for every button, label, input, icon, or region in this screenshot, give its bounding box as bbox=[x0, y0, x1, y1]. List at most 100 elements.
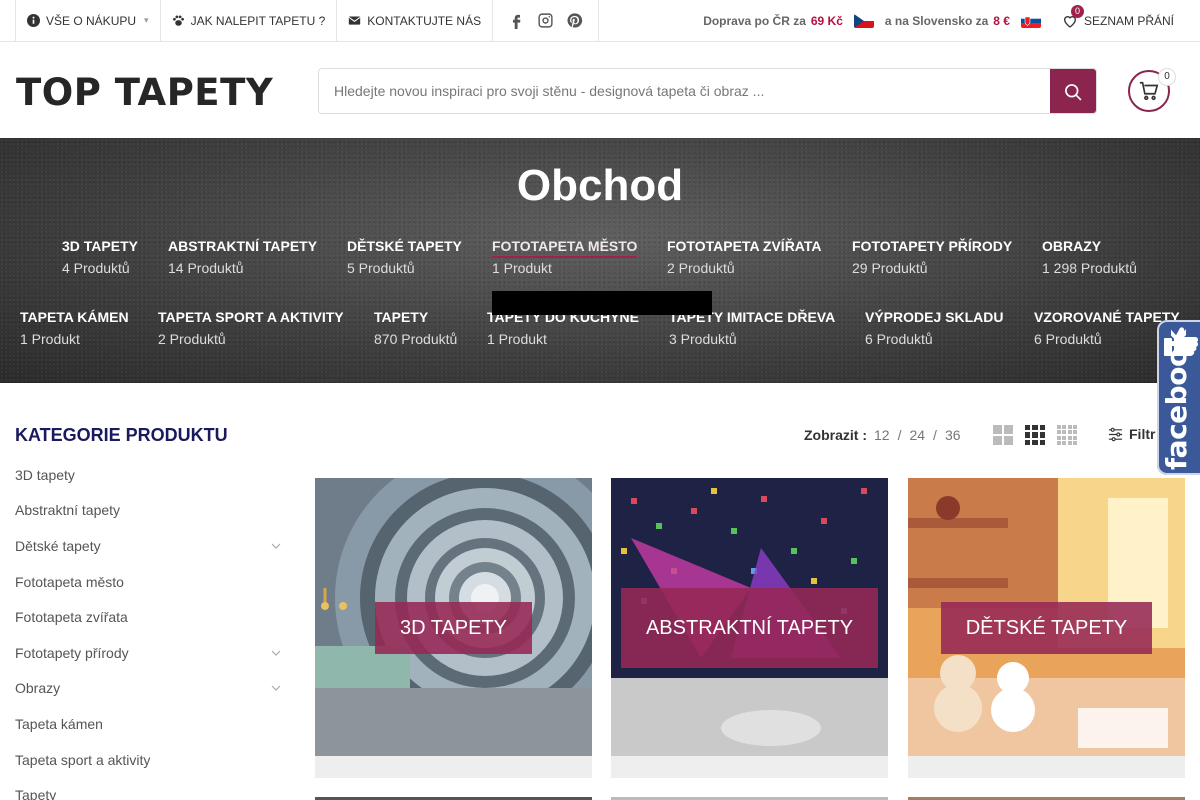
product-card[interactable]: Dětské tapety bbox=[908, 478, 1185, 778]
hero-category-abstraktni[interactable]: Abstraktní tapety 14 Produktů bbox=[168, 238, 317, 276]
sidebar-category-list: 3D tapety Abstraktní tapety Dětské tapet… bbox=[15, 457, 281, 800]
category-name: Výprodej skladu bbox=[865, 309, 1004, 325]
product-card[interactable]: 3D tapety bbox=[315, 478, 592, 778]
category-name: Obrazy bbox=[1042, 238, 1102, 254]
category-count: 4 Produktů bbox=[62, 260, 130, 276]
search-bar bbox=[318, 68, 1097, 114]
paw-icon bbox=[172, 15, 184, 26]
hero-category-vyprodej[interactable]: Výprodej skladu 6 Produktů bbox=[865, 309, 1003, 347]
hero-category-obrazy[interactable]: Obrazy 1 298 Produktů bbox=[1042, 238, 1137, 276]
category-count: 2 Produktů bbox=[667, 260, 735, 276]
category-count: 1 298 Produktů bbox=[1042, 260, 1137, 276]
page-title: Obchod bbox=[516, 161, 684, 210]
sidebar-item-prirody[interactable]: Fototapety přírody bbox=[15, 635, 281, 671]
filter-label: Filtr bbox=[1129, 426, 1156, 442]
hero-category-detske[interactable]: Dětské tapety 5 Produktů bbox=[347, 238, 462, 276]
search-icon bbox=[1065, 84, 1082, 101]
chevron-down-icon[interactable] bbox=[271, 541, 281, 551]
topbar-link-jak-nalepit[interactable]: Jak nalepit tapetu ? bbox=[161, 0, 338, 42]
product-card[interactable]: Abstraktní tapety bbox=[611, 478, 888, 778]
chevron-down-icon[interactable] bbox=[271, 648, 281, 658]
category-count: 14 Produktů bbox=[168, 260, 244, 276]
facebook-widget-label: facebook bbox=[1160, 330, 1193, 470]
search-button[interactable] bbox=[1050, 69, 1096, 113]
sidebar-item-label: 3D tapety bbox=[15, 466, 75, 483]
pinterest-icon[interactable] bbox=[566, 12, 583, 29]
topbar-link-label: Jak nalepit tapetu ? bbox=[190, 13, 326, 28]
grid-2-columns-icon[interactable] bbox=[993, 425, 1013, 445]
sidebar-item-sport[interactable]: Tapeta sport a aktivity bbox=[15, 742, 281, 778]
category-count: 1 Produkt bbox=[487, 331, 547, 347]
facebook-icon[interactable] bbox=[508, 12, 525, 29]
grid-3-columns-icon[interactable] bbox=[1025, 425, 1045, 445]
per-page-separator: / bbox=[933, 427, 937, 443]
cart-count-badge: 0 bbox=[1158, 68, 1176, 86]
hero-category-mesto[interactable]: Fototapeta město 1 Produkt bbox=[492, 238, 638, 276]
sidebar-item-tapety[interactable]: Tapety bbox=[15, 777, 281, 800]
chevron-down-icon[interactable] bbox=[271, 683, 281, 693]
topbar-link-label: Vše o nákupu bbox=[46, 13, 137, 28]
sidebar-item-mesto[interactable]: Fototapeta město bbox=[15, 564, 281, 600]
per-page-option-24[interactable]: 24 bbox=[909, 427, 925, 443]
sidebar-item-abstraktni[interactable]: Abstraktní tapety bbox=[15, 493, 281, 529]
sidebar-item-zvirata[interactable]: Fototapeta zvířata bbox=[15, 599, 281, 635]
hero-category-sport[interactable]: Tapeta sport a aktivity 2 Produktů bbox=[158, 309, 344, 347]
sidebar-item-label: Tapety bbox=[15, 787, 57, 800]
sidebar-item-label: Fototapeta město bbox=[15, 573, 124, 590]
shipping-sk-price: 8 € bbox=[993, 14, 1010, 28]
cart-icon bbox=[1139, 81, 1159, 101]
site-logo[interactable]: TOP TAPETY bbox=[16, 71, 284, 121]
product-category-label: Abstraktní tapety bbox=[621, 588, 878, 668]
category-name: Abstraktní tapety bbox=[168, 238, 318, 254]
sidebar-item-kamen[interactable]: Tapeta kámen bbox=[15, 706, 281, 742]
sidebar-item-detske[interactable]: Dětské tapety bbox=[15, 528, 281, 564]
hero-category-3d-tapety[interactable]: 3D tapety 4 Produktů bbox=[62, 238, 138, 276]
per-page-label: Zobrazit : bbox=[804, 427, 867, 443]
sidebar-item-label: Obrazy bbox=[15, 680, 61, 697]
per-page-separator: / bbox=[897, 427, 902, 443]
products-toolbar: Zobrazit : 12 / 24 / 36 bbox=[804, 424, 961, 446]
category-count: 1 Produkt bbox=[20, 331, 80, 347]
category-name: Fototapeta město bbox=[492, 238, 638, 258]
facebook-widget[interactable]: facebook bbox=[1157, 320, 1200, 475]
sidebar-item-label: Fototapeta zvířata bbox=[15, 609, 128, 626]
topbar-link-label: Kontaktujte nás bbox=[367, 13, 482, 28]
category-count: 5 Produktů bbox=[347, 260, 415, 276]
per-page-option-36[interactable]: 36 bbox=[945, 427, 961, 443]
filter-button[interactable]: Filtr bbox=[1108, 426, 1155, 442]
category-name: Tapeta kámen bbox=[20, 309, 129, 325]
slovak-flag-icon bbox=[1020, 14, 1041, 28]
topbar-link-vse-o-nakupu[interactable]: Vše o nákupu ▾ bbox=[15, 0, 161, 42]
shipping-cz-price: 69 Kč bbox=[810, 14, 843, 28]
topbar-link-kontakt[interactable]: Kontaktujte nás bbox=[337, 0, 494, 42]
logo-mark: TOP TAPETY bbox=[16, 71, 274, 114]
sidebar-item-obrazy[interactable]: Obrazy bbox=[15, 671, 281, 707]
hero-category-kamen[interactable]: Tapeta kámen 1 Produkt bbox=[20, 309, 129, 347]
shipping-cz-text: Doprava po ČR za bbox=[703, 14, 806, 28]
per-page-option-12[interactable]: 12 bbox=[874, 427, 890, 443]
hero-category-prirody[interactable]: Fototapety přírody 29 Produktů bbox=[852, 238, 1012, 276]
category-count: 870 Produktů bbox=[374, 331, 458, 347]
shop-hero: Obchod 3D tapety 4 Produktů Abstraktní t… bbox=[0, 138, 1200, 383]
category-name: 3D tapety bbox=[62, 238, 138, 254]
category-name: Tapeta sport a aktivity bbox=[158, 309, 344, 325]
category-count: 2 Produktů bbox=[158, 331, 226, 347]
envelope-icon bbox=[348, 16, 361, 25]
category-name: Fototapety přírody bbox=[852, 238, 1013, 254]
hero-category-tapety[interactable]: Tapety 870 Produktů bbox=[374, 309, 457, 347]
category-count: 6 Produktů bbox=[865, 331, 933, 347]
category-count: 3 Produktů bbox=[669, 331, 737, 347]
sidebar-item-label: Dětské tapety bbox=[15, 537, 101, 554]
hero-category-zvirata[interactable]: Fototapeta zvířata 2 Produktů bbox=[667, 238, 822, 276]
grid-4-columns-icon[interactable] bbox=[1057, 425, 1077, 445]
category-count: 29 Produktů bbox=[852, 260, 928, 276]
svg-text:TOP TAPETY: TOP TAPETY bbox=[16, 72, 274, 112]
search-input[interactable] bbox=[319, 69, 1050, 113]
category-name: Tapety bbox=[374, 309, 429, 325]
wishlist-count-badge: 0 bbox=[1070, 5, 1084, 18]
sidebar-item-label: Abstraktní tapety bbox=[15, 502, 121, 519]
category-name: Vzorované tapety bbox=[1034, 309, 1180, 325]
wishlist-link[interactable]: 0 Seznam přání bbox=[1062, 5, 1174, 29]
instagram-icon[interactable] bbox=[537, 12, 554, 29]
sidebar-item-3d-tapety[interactable]: 3D tapety bbox=[15, 457, 281, 493]
